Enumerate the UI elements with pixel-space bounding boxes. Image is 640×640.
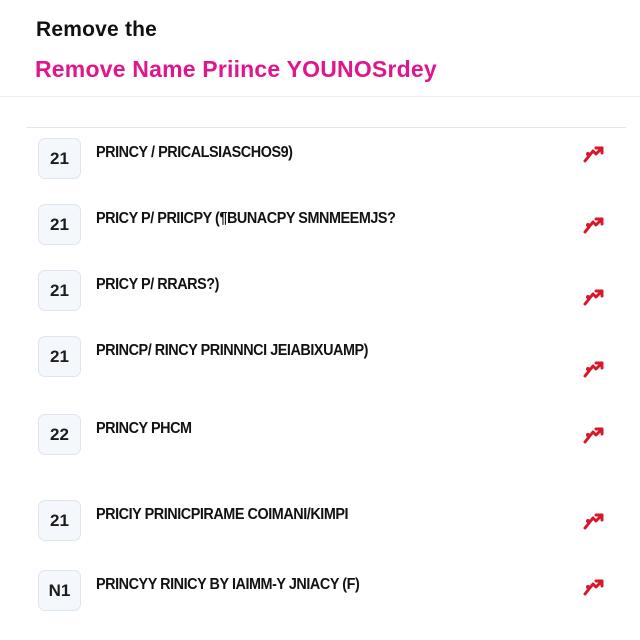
list-item-label: PRICY P/ RRARS?) xyxy=(96,276,219,293)
list-item-label: PRINCY / PRICALSIASCHOS9) xyxy=(96,144,293,161)
count-badge: N1 xyxy=(38,570,81,611)
list-item: 21 PRICY P/ PRIICPY (¶BUNACPY SMNMEEMJS? xyxy=(38,204,608,248)
red-remove-arrow-icon xyxy=(583,513,604,530)
list-item: N1 PRINCYY RINICY BY IAIMM-Y JNIACY (F) xyxy=(38,570,608,614)
header-divider xyxy=(0,96,640,97)
list-divider xyxy=(26,127,626,128)
list-item: 21 PRINCP/ RINCY PRINNNCI JEIABIXUAMP) xyxy=(38,336,608,380)
remove-button[interactable] xyxy=(582,360,604,378)
remove-button[interactable] xyxy=(582,288,604,306)
remove-button[interactable] xyxy=(582,145,604,163)
count-badge: 21 xyxy=(38,500,81,541)
remove-button[interactable] xyxy=(582,216,604,234)
list-item-label: PRINCY PHCM xyxy=(96,420,192,437)
remove-button[interactable] xyxy=(582,578,604,596)
list-item-label: PRICIY PRINICPIRAME COIMANI/KIMPI xyxy=(96,506,349,523)
red-remove-arrow-icon xyxy=(583,217,604,234)
red-remove-arrow-icon xyxy=(583,579,604,596)
red-remove-arrow-icon xyxy=(583,361,604,378)
red-remove-arrow-icon xyxy=(583,146,604,163)
page: Remove the Remove Name Priince YOUNOSrde… xyxy=(0,0,640,640)
count-badge: 21 xyxy=(38,138,81,179)
list-item-label: PRICY P/ PRIICPY (¶BUNACPY SMNMEEMJS? xyxy=(96,210,396,227)
count-badge: 22 xyxy=(38,414,81,455)
list-item: 21 PRINCY / PRICALSIASCHOS9) xyxy=(38,138,608,182)
page-title: Remove the xyxy=(36,18,158,41)
red-remove-arrow-icon xyxy=(583,289,604,306)
list-item: 21 PRICIY PRINICPIRAME COIMANI/KIMPI xyxy=(38,500,608,544)
page-subtitle: Remove Name Priince YOUNOSrdey xyxy=(35,56,437,82)
count-badge: 21 xyxy=(38,204,81,245)
list-item: 22 PRINCY PHCM xyxy=(38,414,608,458)
list-item: 21 PRICY P/ RRARS?) xyxy=(38,270,608,314)
count-badge: 21 xyxy=(38,270,81,311)
list-item-label: PRINCYY RINICY BY IAIMM-Y JNIACY (F) xyxy=(96,576,360,593)
count-badge: 21 xyxy=(38,336,81,377)
list-item-label: PRINCP/ RINCY PRINNNCI JEIABIXUAMP) xyxy=(96,342,369,359)
remove-button[interactable] xyxy=(582,512,604,530)
red-remove-arrow-icon xyxy=(583,427,604,444)
remove-button[interactable] xyxy=(582,426,604,444)
